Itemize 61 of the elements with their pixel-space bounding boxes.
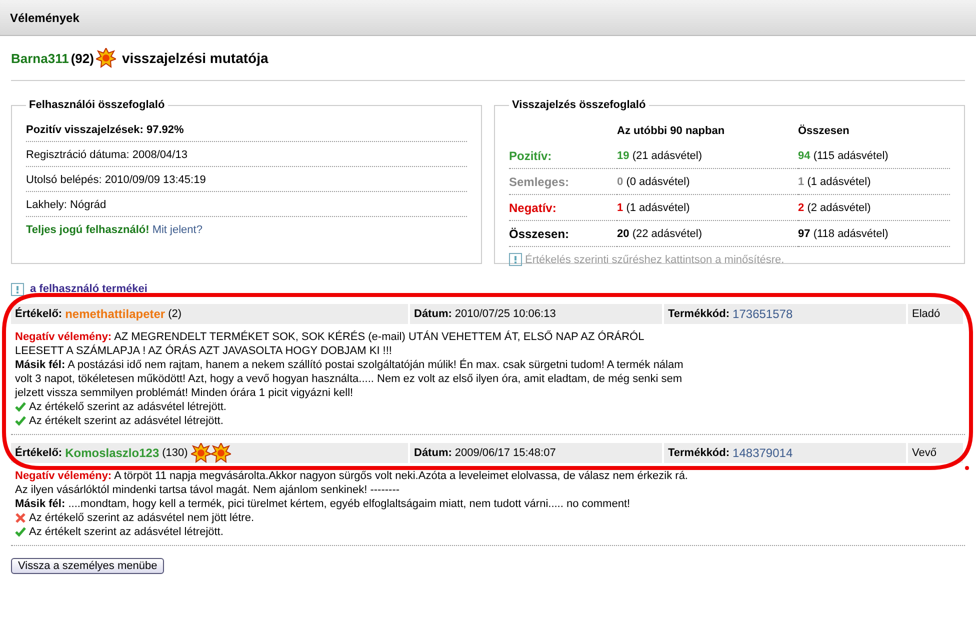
rater-score: (130) bbox=[162, 447, 188, 459]
info-icon bbox=[11, 282, 24, 296]
summary-text: Lakhely: Nógrád bbox=[26, 199, 106, 211]
rating-label[interactable]: Pozitív: bbox=[509, 143, 617, 168]
username-link[interactable]: Barna311 bbox=[11, 50, 69, 66]
table-cell[interactable]: 1 (1 adásvétel) bbox=[798, 168, 950, 194]
table-cell[interactable]: 1 (1 adásvétel) bbox=[617, 194, 798, 220]
verdict-text: Az értékelt szerint az adásvétel létrejött. bbox=[29, 525, 224, 539]
field-label: Dátum: bbox=[414, 308, 452, 320]
rater-score: (2) bbox=[168, 308, 182, 320]
table-cell[interactable]: 0 (0 adásvétel) bbox=[617, 168, 798, 194]
panel-title: Visszajelzés összefoglaló bbox=[511, 99, 647, 111]
role-text: Vevő bbox=[912, 447, 936, 459]
rating-label[interactable]: Negatív: bbox=[509, 194, 617, 220]
review-date: 2009/06/17 15:48:07 bbox=[454, 447, 556, 459]
verdict-text: Az értékelő szerint az adásvétel nem jött létre. bbox=[29, 511, 254, 525]
review-date: 2010/07/25 10:06:13 bbox=[454, 308, 556, 320]
field-label: Dátum: bbox=[414, 447, 452, 459]
table-cell[interactable]: 94 (115 adásvétel) bbox=[798, 143, 950, 168]
cross-icon bbox=[15, 513, 26, 523]
reply-text: Másik fél: A postázási idő nem rajtam, hanem a nekem szállító postai szolgáltatóján múlik! Én max. csak sürgetni tudom! A termék nálam volt 3 napot, tökéletesen működött! Azt, hogy a vevő hogyan használta..... Nem ez volt az első ilyen óra, amit eladtam, de még senki sem jelzett vissza semmilyen problémát! Minden órára 1 picit vigyázni kell! bbox=[15, 358, 684, 400]
field-label: Termékkód: bbox=[668, 447, 730, 459]
table-cell[interactable]: 97 (118 adásvétel) bbox=[798, 220, 950, 246]
status-text: Teljes jogú felhasználó! bbox=[26, 224, 150, 236]
annotation-dot bbox=[965, 466, 969, 470]
window-title: Vélemények bbox=[10, 10, 80, 24]
summary-text: Utolsó belépés: 2010/09/09 13:45:19 bbox=[26, 174, 206, 186]
role-text: Eladó bbox=[912, 308, 940, 320]
check-icon bbox=[15, 416, 26, 426]
help-link[interactable]: Mit jelent? bbox=[152, 224, 202, 236]
reply-text: Másik fél: ....mondtam, hogy kell a termék, pici türelmet kértem, egyéb elfoglaltságaim miatt, nem tudott várni..... no comment! bbox=[15, 497, 632, 511]
field-label: Értékelő: bbox=[15, 447, 62, 459]
check-icon bbox=[15, 527, 26, 537]
sun-badge-icon bbox=[190, 443, 211, 463]
hint-text: Értékelés szerinti szűréshez kattintson a minősítésre. bbox=[525, 254, 784, 266]
table-cell[interactable]: 20 (22 adásvétel) bbox=[617, 220, 798, 246]
sun-badge-icon bbox=[96, 48, 116, 68]
back-button[interactable]: Vissza a személyes menübe bbox=[11, 558, 164, 574]
table-cell[interactable]: 2 (2 adásvétel) bbox=[798, 194, 950, 220]
verdict-text: Az értékelt szerint az adásvétel létrejött. bbox=[29, 414, 224, 428]
panel-title: Felhasználói összefoglaló bbox=[28, 99, 166, 111]
check-icon bbox=[15, 402, 26, 412]
rating-label[interactable]: Semleges: bbox=[509, 168, 617, 194]
summary-text: Regisztráció dátuma: 2008/04/13 bbox=[26, 149, 188, 161]
column-header: Az utóbbi 90 napban bbox=[617, 125, 798, 143]
page-heading: visszajelzési mutatója bbox=[122, 50, 268, 66]
field-label: Értékelő: bbox=[15, 308, 62, 320]
user-score: (92) bbox=[70, 50, 94, 66]
sun-badge-icon bbox=[210, 443, 231, 463]
product-code-link[interactable]: 173651578 bbox=[732, 307, 793, 321]
summary-text: Pozitív visszajelzések: 97.92% bbox=[26, 124, 184, 136]
table-cell[interactable]: 19 (21 adásvétel) bbox=[617, 143, 798, 168]
info-icon bbox=[509, 253, 522, 266]
review-text: Negatív vélemény: A törpöt 11 napja megvásárolta.Akkor nagyon sürgős volt neki.Azóta a leveleimet elolvassa, de válasz nem érkezik rá. Az ilyen vásárlóktól mindenki tartsa távol magát. Nem ajánlom senkinek! -------- bbox=[15, 469, 689, 497]
products-link[interactable]: a felhasználó termékei bbox=[30, 283, 148, 295]
verdict-text: Az értékelő szerint az adásvétel létrejött. bbox=[29, 400, 226, 414]
column-header: Összesen bbox=[798, 125, 850, 139]
product-code-link[interactable]: 148379014 bbox=[732, 446, 793, 460]
rating-label[interactable]: Összesen: bbox=[509, 220, 617, 246]
field-label: Termékkód: bbox=[668, 308, 730, 320]
review-text: Negatív vélemény: AZ MEGRENDELT TERMÉKET SOK, SOK KÉRÉS (e-mail) UTÁN VEHETTEM ÁT, ELSŐ NAP AZ ÓRÁRÓL LEESETT A SZÁMLAPJA ! AZ ÓRÁS AZT JAVASOLTA HOGY DOBJAM KI !!! bbox=[15, 330, 645, 358]
